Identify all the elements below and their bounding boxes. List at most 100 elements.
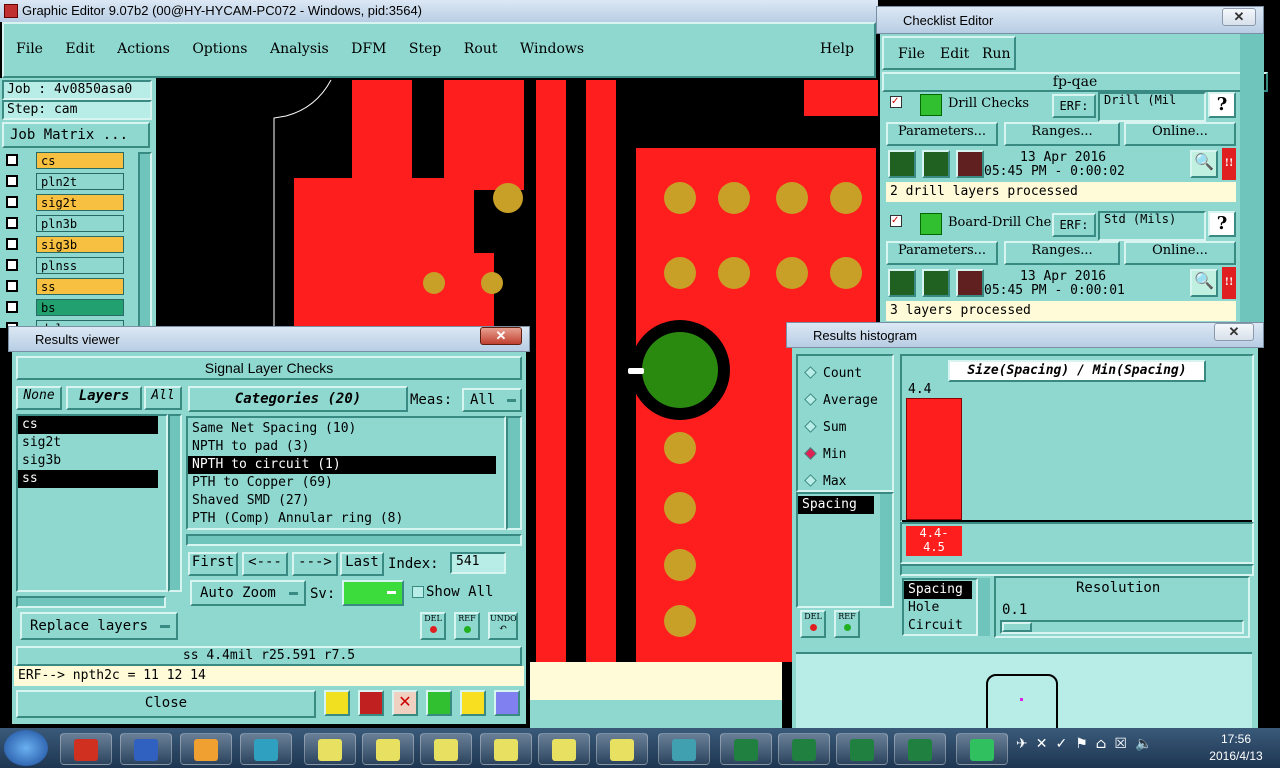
job-matrix-button[interactable]: Job Matrix ... (2, 122, 150, 148)
layer-checkbox[interactable] (6, 175, 18, 187)
help-icon[interactable]: ? (1208, 211, 1236, 237)
run-step-icon[interactable] (922, 269, 950, 297)
alert-icon[interactable]: !! (1222, 148, 1236, 180)
rv-category-list[interactable]: Same Net Spacing (10) NPTH to pad (3) NPTH… (186, 416, 506, 530)
menu-step[interactable]: Step (409, 41, 441, 57)
layer-checkbox[interactable] (6, 301, 18, 313)
layer-name[interactable]: plnss (36, 257, 124, 274)
window-icon-4[interactable] (480, 733, 532, 765)
online-button[interactable]: Online... (1124, 122, 1236, 146)
rv-layer-list[interactable]: cs sig2t sig3b ss (16, 414, 168, 592)
type-item[interactable]: Circuit (904, 617, 972, 635)
type-list-scrollbar[interactable] (978, 578, 990, 636)
erf-value[interactable]: Std (Mils) (1098, 211, 1206, 241)
radio-diamond-icon[interactable] (804, 447, 817, 460)
rv-tool-icon-2[interactable] (358, 690, 384, 716)
rv-layer-item[interactable]: sig3b (18, 452, 158, 470)
prev-button[interactable]: <--- (242, 552, 288, 576)
mode-radio-min[interactable]: Min (804, 447, 846, 462)
hist-ref-button[interactable]: REF (834, 610, 860, 638)
layer-checkbox[interactable] (6, 280, 18, 292)
erf-value[interactable]: Drill (Mil (1098, 92, 1206, 122)
rv-layer-hscroll[interactable] (16, 596, 166, 608)
zoom-icon[interactable]: 🔍 (1190, 269, 1218, 297)
layer-row-plnss[interactable]: plnss (6, 257, 124, 274)
menu-rout[interactable]: Rout (464, 41, 498, 57)
layer-name[interactable]: bs (36, 299, 124, 316)
clock-date[interactable]: 2016/4/13 (1196, 749, 1276, 763)
run-step-icon[interactable] (922, 150, 950, 178)
graphic-editor-icon[interactable] (60, 733, 112, 765)
rv-layer-item[interactable]: cs (18, 416, 158, 434)
rv-layer-item[interactable]: ss (18, 470, 158, 488)
item-name[interactable]: Board-Drill Che (948, 215, 1051, 230)
category-item[interactable]: PTH (Comp) Annular ring (8) (188, 510, 496, 528)
histogram-hscroll[interactable] (900, 564, 1254, 576)
online-button[interactable]: Online... (1124, 241, 1236, 265)
layer-row-pln3b[interactable]: pln3b (6, 215, 124, 232)
type-list[interactable]: Spacing Hole Circuit (902, 578, 978, 636)
menu-analysis[interactable]: Analysis (270, 41, 329, 57)
type-item[interactable]: Spacing (904, 581, 972, 599)
save-icon[interactable] (120, 733, 172, 765)
layer-row-sig3b[interactable]: sig3b (6, 236, 124, 253)
run-icon[interactable] (888, 269, 916, 297)
type-item[interactable]: Hole (904, 599, 972, 617)
layer-scrollbar[interactable] (138, 152, 152, 328)
mode-radio-sum[interactable]: Sum (804, 420, 846, 435)
radio-diamond-icon[interactable] (804, 474, 817, 487)
histogram-bar[interactable] (906, 398, 962, 520)
auto-zoom-menu[interactable]: Auto Zoom (190, 580, 306, 606)
rv-layer-scrollbar[interactable] (168, 414, 182, 592)
category-item[interactable]: NPTH to pad (3) (188, 438, 496, 456)
measure-item[interactable]: Spacing (798, 496, 874, 514)
zoom-icon[interactable]: 🔍 (1190, 150, 1218, 178)
rv-report-icon[interactable] (460, 690, 486, 716)
ranges-button[interactable]: Ranges... (1004, 122, 1120, 146)
excel-icon-4[interactable] (894, 733, 946, 765)
hist-del-button[interactable]: DEL (800, 610, 826, 638)
all-button[interactable]: All (144, 386, 182, 410)
mode-radio-max[interactable]: Max (804, 474, 846, 489)
layer-row-sig2t[interactable]: sig2t (6, 194, 124, 211)
run-icon[interactable] (888, 150, 916, 178)
category-item[interactable]: Shaved SMD (27) (188, 492, 496, 510)
excel-icon-2[interactable] (778, 733, 830, 765)
cl-menu-run[interactable]: Run (982, 46, 1011, 62)
histogram-bin-label[interactable]: 4.4- 4.5 (906, 526, 962, 556)
layer-row-pln2t[interactable]: pln2t (6, 173, 124, 190)
mode-radio-average[interactable]: Average (804, 393, 878, 408)
layer-name[interactable]: pln3b (36, 215, 124, 232)
checklist-scrollbar[interactable] (1240, 34, 1264, 328)
parameters-button[interactable]: Parameters... (886, 241, 998, 265)
category-item[interactable]: Same Net Spacing (10) (188, 420, 496, 438)
rv-clear-icon[interactable]: ✕ (392, 690, 418, 716)
window-icon-5[interactable] (538, 733, 590, 765)
parameters-button[interactable]: Parameters... (886, 122, 998, 146)
menu-file[interactable]: File (16, 41, 43, 57)
cl-menu-edit[interactable]: Edit (940, 46, 969, 62)
rv-ref-button[interactable]: REF (454, 612, 480, 640)
excel-icon-3[interactable] (836, 733, 888, 765)
item-checkbox[interactable]: ✓ (890, 215, 902, 227)
menu-actions[interactable]: Actions (117, 41, 170, 57)
layer-name[interactable]: cs (36, 152, 124, 169)
rv-histogram-icon[interactable] (494, 690, 520, 716)
sv-color-select[interactable] (342, 580, 404, 606)
alert-icon[interactable]: !! (1222, 267, 1236, 299)
histogram-close-button[interactable]: ✕ (1214, 323, 1254, 341)
rv-undo-button[interactable]: UNDO ↶ (488, 612, 518, 640)
menu-windows[interactable]: Windows (520, 41, 584, 57)
layer-row-ss[interactable]: ss (6, 278, 124, 295)
system-tray[interactable]: ✈✕✓⚑⌂☒🔈 (1016, 736, 1186, 760)
menu-help[interactable]: Help (820, 41, 854, 57)
layer-checkbox[interactable] (6, 154, 18, 166)
menu-options[interactable]: Options (192, 41, 247, 57)
clock-time[interactable]: 17:56 (1196, 732, 1276, 746)
stop-icon[interactable] (956, 150, 984, 178)
resolution-slider[interactable] (1000, 620, 1244, 634)
radio-diamond-icon[interactable] (804, 366, 817, 379)
categories-button[interactable]: Categories (20) (188, 386, 408, 412)
menu-dfm[interactable]: DFM (351, 41, 386, 57)
window-icon-1[interactable] (304, 733, 356, 765)
